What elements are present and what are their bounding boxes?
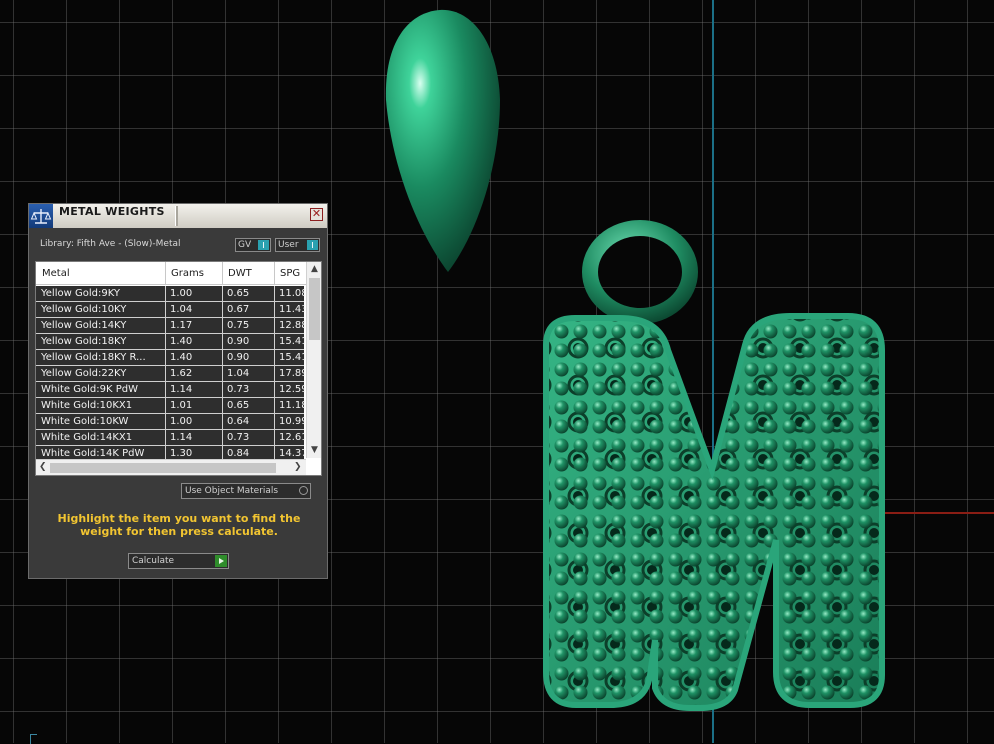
cell-dwt: 0.65: [227, 288, 250, 299]
cell-spg: 17.89: [279, 368, 305, 379]
table-row[interactable]: White Gold:9K PdW 1.14 0.73 12.59: [36, 382, 305, 398]
toggle-icon: [307, 240, 318, 250]
metal-table[interactable]: Metal Grams DWT SPG Yellow Gold:9KY 1.00 0…: [35, 261, 322, 476]
column-header-grams[interactable]: Grams: [171, 268, 204, 279]
toggle-icon: [258, 240, 269, 250]
gv-label: GV: [238, 240, 252, 250]
cell-metal: White Gold:14KX1: [41, 432, 133, 443]
cell-dwt: 0.90: [227, 352, 250, 363]
cell-dwt: 0.67: [227, 304, 250, 315]
calculate-label: Calculate: [132, 556, 175, 566]
cell-dwt: 0.84: [227, 448, 250, 459]
cell-dwt: 1.04: [227, 368, 250, 379]
table-row[interactable]: Yellow Gold:18KY R... 1.40 0.90 15.41: [36, 350, 305, 366]
scale-icon: [29, 204, 53, 228]
cell-grams: 1.04: [170, 304, 193, 315]
cell-metal: Yellow Gold:18KY: [41, 336, 127, 347]
cell-spg: 11.18: [279, 400, 305, 411]
scroll-left-icon[interactable]: ❮: [39, 462, 47, 472]
gv-toggle-button[interactable]: GV: [235, 238, 271, 252]
use-object-materials-option[interactable]: Use Object Materials: [181, 483, 311, 499]
user-label: User: [278, 240, 299, 250]
cell-spg: 12.61: [279, 432, 305, 443]
cell-metal: Yellow Gold:18KY R...: [41, 352, 146, 363]
cell-metal: White Gold:10KW: [41, 416, 129, 427]
cell-metal: White Gold:14K PdW: [41, 448, 145, 459]
cell-grams: 1.17: [170, 320, 193, 331]
cell-spg: 14.37: [279, 448, 305, 459]
scroll-up-icon[interactable]: ▲: [311, 264, 318, 274]
cell-dwt: 0.73: [227, 432, 250, 443]
cell-dwt: 0.75: [227, 320, 250, 331]
instruction-text: Highlight the item you want to find the …: [57, 512, 301, 538]
cell-grams: 1.00: [170, 288, 193, 299]
table-row[interactable]: White Gold:10KW 1.00 0.64 10.99: [36, 414, 305, 430]
table-row[interactable]: Yellow Gold:9KY 1.00 0.65 11.08: [36, 286, 305, 302]
scroll-thumb[interactable]: [50, 463, 276, 473]
scroll-thumb[interactable]: [309, 278, 320, 340]
cell-spg: 11.43: [279, 304, 305, 315]
cell-dwt: 0.65: [227, 400, 250, 411]
cell-grams: 1.01: [170, 400, 193, 411]
radio-icon[interactable]: [299, 486, 308, 495]
vertical-scrollbar[interactable]: ▲ ▼: [306, 262, 321, 458]
horizontal-scrollbar[interactable]: ❮ ❯: [36, 459, 306, 475]
table-row[interactable]: Yellow Gold:10KY 1.04 0.67 11.43: [36, 302, 305, 318]
cell-spg: 11.08: [279, 288, 305, 299]
table-row[interactable]: Yellow Gold:18KY 1.40 0.90 15.41: [36, 334, 305, 350]
bail-ring[interactable]: [582, 220, 698, 324]
cell-spg: 15.41: [279, 352, 305, 363]
cell-grams: 1.40: [170, 336, 193, 347]
cell-dwt: 0.64: [227, 416, 250, 427]
table-row[interactable]: Yellow Gold:22KY 1.62 1.04 17.89: [36, 366, 305, 382]
table-row[interactable]: Yellow Gold:14KY 1.17 0.75 12.88: [36, 318, 305, 334]
metal-weights-dialog[interactable]: METAL WEIGHTS ✕ Library: Fifth Ave - (Sl…: [28, 203, 328, 579]
cell-grams: 1.40: [170, 352, 193, 363]
user-toggle-button[interactable]: User: [275, 238, 320, 252]
cell-grams: 1.62: [170, 368, 193, 379]
dialog-titlebar[interactable]: METAL WEIGHTS ✕: [29, 204, 327, 228]
cell-metal: Yellow Gold:22KY: [41, 368, 127, 379]
cell-spg: 15.41: [279, 336, 305, 347]
table-row[interactable]: White Gold:14KX1 1.14 0.73 12.61: [36, 430, 305, 446]
library-label: Library: Fifth Ave - (Slow)-Metal: [40, 239, 181, 249]
column-header-spg[interactable]: SPG: [280, 268, 300, 279]
table-rows: Yellow Gold:9KY 1.00 0.65 11.08 Yellow Gold:…: [36, 286, 305, 462]
play-icon: [215, 555, 227, 567]
use-object-materials-label: Use Object Materials: [185, 486, 279, 496]
cell-grams: 1.14: [170, 432, 193, 443]
cell-dwt: 0.90: [227, 336, 250, 347]
cell-spg: 10.99: [279, 416, 305, 427]
column-header-dwt[interactable]: DWT: [228, 268, 252, 279]
cell-grams: 1.00: [170, 416, 193, 427]
dialog-title: METAL WEIGHTS: [59, 205, 165, 218]
close-icon[interactable]: ✕: [310, 208, 323, 221]
titlebar-separator: [175, 206, 178, 226]
cell-dwt: 0.73: [227, 384, 250, 395]
cell-grams: 1.14: [170, 384, 193, 395]
cell-metal: Yellow Gold:10KY: [41, 304, 127, 315]
cell-spg: 12.59: [279, 384, 305, 395]
scroll-right-icon[interactable]: ❯: [294, 462, 302, 472]
column-header-metal[interactable]: Metal: [42, 268, 70, 279]
drop-pendant[interactable]: [385, 9, 500, 272]
table-row[interactable]: White Gold:10KX1 1.01 0.65 11.18: [36, 398, 305, 414]
scroll-down-icon[interactable]: ▼: [311, 445, 318, 455]
calculate-button[interactable]: Calculate: [128, 553, 229, 569]
letter-m-pendant[interactable]: [543, 313, 885, 711]
cell-metal: Yellow Gold:9KY: [41, 288, 120, 299]
cell-metal: White Gold:10KX1: [41, 400, 133, 411]
table-header: Metal Grams DWT SPG: [36, 262, 321, 285]
cell-metal: White Gold:9K PdW: [41, 384, 138, 395]
cell-metal: Yellow Gold:14KY: [41, 320, 127, 331]
cell-grams: 1.30: [170, 448, 193, 459]
cell-spg: 12.88: [279, 320, 305, 331]
